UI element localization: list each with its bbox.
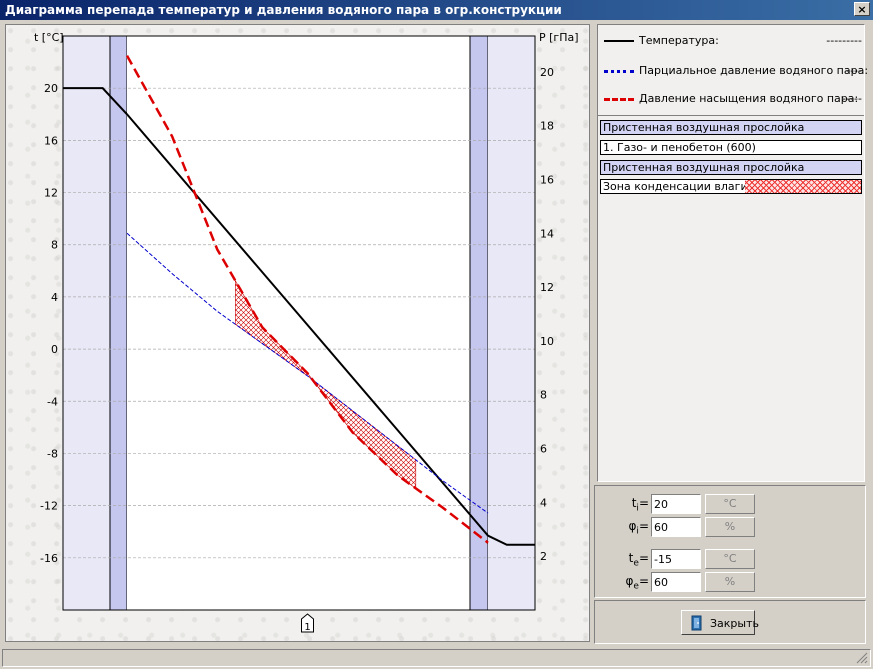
parameters-panel: ti= °C φi= % te= °C φe= % xyxy=(594,485,866,598)
resize-grip-icon[interactable] xyxy=(856,652,868,664)
param-label: te= xyxy=(628,551,649,569)
left-tick-label: -12 xyxy=(40,500,58,513)
phii-unit-button[interactable]: % xyxy=(705,517,755,537)
layer-marker[interactable]: 1 xyxy=(301,613,314,633)
legend-item-partial-pressure: Парциальное давление водяного пара: ---- xyxy=(602,63,868,79)
legend-line-dotted xyxy=(604,70,634,73)
left-axis-label: t [°C] xyxy=(34,31,64,44)
left-tick-label: 12 xyxy=(44,187,58,200)
inner-air-zone xyxy=(63,36,110,610)
left-tick-label: 20 xyxy=(44,82,58,95)
close-panel: Закрыть xyxy=(594,600,866,644)
phie-unit-button[interactable]: % xyxy=(705,572,755,592)
left-tick-label: 4 xyxy=(51,291,58,304)
right-tick-label: 2 xyxy=(540,550,547,563)
layer-marker-text: 1 xyxy=(304,622,310,633)
legend-value: --------- xyxy=(826,34,862,47)
legend-line-dashed xyxy=(604,98,634,101)
right-tick-label: 14 xyxy=(540,227,554,240)
right-tick-label: 18 xyxy=(540,120,554,133)
phii-input[interactable] xyxy=(651,517,701,537)
layer-label: 1. Газо- и пенобетон (600) xyxy=(603,141,756,154)
param-label: φe= xyxy=(625,574,649,592)
legend-item-temperature: Температура: --------- xyxy=(602,33,864,49)
inner-air-layer-band xyxy=(109,35,128,611)
legend-line-solid xyxy=(604,40,634,42)
te-input[interactable] xyxy=(651,549,701,569)
layers-list: Пристенная воздушная прослойка 1. Газо- … xyxy=(598,115,864,482)
left-tick-label: 8 xyxy=(51,239,58,252)
right-tick-label: 10 xyxy=(540,335,554,348)
right-tick-label: 12 xyxy=(540,281,554,294)
close-button[interactable]: Закрыть xyxy=(681,610,759,635)
title-bar: Диаграмма перепада температур и давления… xyxy=(0,0,873,20)
ti-unit-button[interactable]: °C xyxy=(705,494,755,514)
chart-panel: -16 -12 -8 -4 0 4 8 12 16 20 2 4 6 8 10 12 14 16 18 20 t [°… xyxy=(5,24,590,642)
diagram-chart: -16-12-8-40481216202468101214161820 t [°… xyxy=(34,31,579,633)
right-tick-label: 4 xyxy=(540,496,547,509)
param-row-ti: ti= °C xyxy=(595,494,865,514)
legend-label: Парциальное давление водяного пара: xyxy=(639,64,869,77)
outer-air-zone xyxy=(488,36,535,610)
phie-input[interactable] xyxy=(651,572,701,592)
close-button-label: Закрыть xyxy=(710,617,759,630)
param-row-te: te= °C xyxy=(595,549,865,569)
left-tick-label: 16 xyxy=(44,134,58,147)
left-tick-label: -4 xyxy=(47,395,58,408)
material-layer-band xyxy=(127,36,470,610)
left-tick-label: 0 xyxy=(51,343,58,356)
right-tick-label: 16 xyxy=(540,173,554,186)
legend-value: ----- xyxy=(842,92,862,105)
param-row-phie: φe= % xyxy=(595,572,865,592)
right-tick-label: 8 xyxy=(540,389,547,402)
left-tick-label: -16 xyxy=(40,552,58,565)
legend-value: ---- xyxy=(846,64,862,77)
legend-label: Давление насыщения водяного пара: xyxy=(639,92,859,105)
layer-label: Пристенная воздушная прослойка xyxy=(603,161,805,174)
window-title: Диаграмма перепада температур и давления… xyxy=(5,3,562,17)
param-row-phii: φi= % xyxy=(595,517,865,537)
param-label: ti= xyxy=(631,496,649,514)
layer-item[interactable]: Пристенная воздушная прослойка xyxy=(600,160,862,175)
te-unit-button[interactable]: °C xyxy=(705,549,755,569)
condensation-zone-legend: Зона конденсации влаги -> xyxy=(600,179,862,194)
left-tick-label: -8 xyxy=(47,447,58,460)
status-bar xyxy=(2,649,871,667)
param-label: φi= xyxy=(628,519,650,537)
layer-item[interactable]: 1. Газо- и пенобетон (600) xyxy=(600,140,862,155)
layer-label: Пристенная воздушная прослойка xyxy=(603,121,805,134)
condensation-hatch-swatch xyxy=(745,180,861,193)
legend-label: Температура: xyxy=(639,34,719,47)
legend-item-saturation-pressure: Давление насыщения водяного пара: ----- xyxy=(602,91,864,107)
right-axis-label: P [гПа] xyxy=(539,31,579,44)
layer-item[interactable]: Пристенная воздушная прослойка xyxy=(600,120,862,135)
right-tick-label: 20 xyxy=(540,66,554,79)
legend-panel: Температура: --------- Парциальное давле… xyxy=(597,24,868,482)
layer-label: Зона конденсации влаги -> xyxy=(603,180,765,193)
right-tick-label: 6 xyxy=(540,443,547,456)
door-exit-icon xyxy=(691,615,702,631)
window-close-button[interactable]: × xyxy=(854,2,870,16)
ti-input[interactable] xyxy=(651,494,701,514)
